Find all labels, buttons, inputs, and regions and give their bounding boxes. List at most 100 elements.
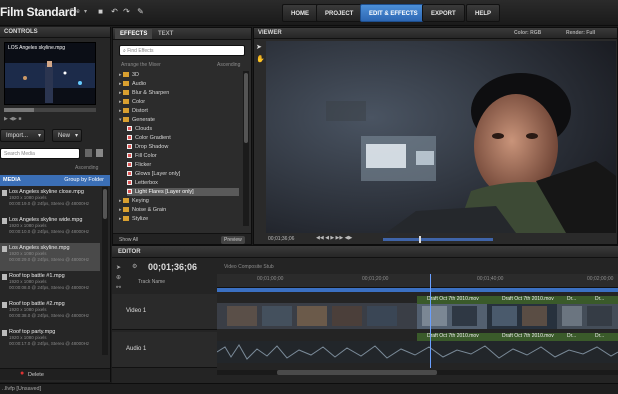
pointer-tool-icon[interactable]: ➤ — [256, 43, 262, 51]
file-menu-arrow-icon[interactable]: ▾ — [84, 8, 87, 15]
effects-footer: Show All Preview — [113, 233, 251, 244]
tab-text[interactable]: TEXT — [153, 29, 178, 39]
folder-icon — [123, 81, 129, 87]
nav-home-button[interactable]: HOME — [282, 4, 318, 22]
list-view-icon[interactable] — [85, 149, 92, 157]
effect-item[interactable]: Letterbox — [127, 179, 158, 187]
viewer-timecode: 00;01;36;06 — [268, 236, 295, 242]
clip-label[interactable]: Dr... — [595, 333, 604, 339]
snap-tool-icon[interactable]: ⊕ — [116, 274, 121, 281]
app-title: Film Standard — [0, 5, 77, 19]
media-item-info: 00:00:17.0 @ 24fps, Stereo @ 48000Hz — [9, 341, 90, 346]
delete-button[interactable]: Delete — [28, 372, 44, 378]
effects-folder-open[interactable]: ▾ Generate — [119, 116, 155, 124]
render-dropdown[interactable]: Render: Full — [566, 28, 595, 39]
video-clip-strip[interactable] — [217, 303, 618, 329]
video-file-icon — [2, 190, 7, 196]
work-area-bar[interactable] — [217, 288, 618, 292]
settings-icon[interactable]: ⚙ — [132, 263, 137, 270]
effects-folder[interactable]: ▸ 3D — [119, 71, 139, 79]
effects-sort-label[interactable]: Ascending — [217, 62, 240, 68]
media-scroll-thumb[interactable] — [103, 189, 107, 219]
hand-tool-icon[interactable]: ✋ — [256, 55, 265, 63]
nav-edit-effects-button[interactable]: EDIT & EFFECTS — [360, 4, 427, 22]
effects-scrollbar[interactable] — [243, 71, 249, 226]
effects-folder[interactable]: ▸ Stylize — [119, 215, 148, 223]
effect-item[interactable]: Flicker — [127, 161, 151, 169]
clip-label[interactable]: Draft Oct 7th 2010.mov — [502, 296, 554, 302]
viewer-transport: 00;01;36;06 ◀◀ ◀ ▶ ▶▶ ◀▶ — [268, 234, 616, 244]
pointer-tool-icon[interactable]: ➤ — [116, 264, 121, 271]
save-icon[interactable]: ■ — [96, 7, 105, 16]
nav-project-button[interactable]: PROJECT — [316, 4, 363, 22]
media-item[interactable]: Roof top party.mpg 1920 x 1080 pixels 00… — [0, 327, 100, 355]
clip-label[interactable]: Dr... — [567, 296, 576, 302]
tools-icon[interactable]: ✎ — [136, 7, 145, 16]
media-item[interactable]: Los Angeles skyline close.mpg 1920 x 108… — [0, 187, 100, 215]
media-item[interactable]: Roof top battle #2.mpg 1920 x 1080 pixel… — [0, 299, 100, 327]
tab-effects[interactable]: EFFECTS — [115, 29, 153, 39]
clip-label[interactable]: Dr... — [595, 296, 604, 302]
nav-export-button[interactable]: EXPORT — [422, 4, 465, 22]
viewer-scrub-bar[interactable] — [383, 236, 493, 243]
effects-folder[interactable]: ▸ Distort — [119, 107, 148, 115]
timeline-scroll-thumb[interactable] — [277, 370, 437, 375]
audio-waveform[interactable] — [216, 341, 618, 363]
media-search-input[interactable]: Search Media — [0, 148, 80, 159]
composite-bar: Video Composite Stub — [224, 264, 618, 273]
media-sort[interactable]: Ascending — [75, 165, 98, 171]
preview-scrubber[interactable] — [4, 108, 96, 112]
link-tool-icon[interactable]: ⚯ — [116, 284, 121, 291]
preview-scrubber-fill — [4, 108, 34, 112]
effects-column-label: Arrange the Mixer — [121, 62, 161, 68]
media-preview: LOS Angeles skyline.mpg — [4, 42, 96, 105]
color-mode-dropdown[interactable]: Color: RGB — [514, 28, 541, 39]
media-item-info: 00:00:08.0 @ 24fps, Stereo @ 48000Hz — [9, 285, 90, 290]
effects-folder[interactable]: ▸ Noise & Grain — [119, 206, 166, 214]
media-scrollbar[interactable] — [102, 187, 108, 355]
timeline-ruler[interactable]: 00;01;00;00 00;01;20;00 00;01;40;00 00;0… — [217, 274, 618, 288]
effects-folder[interactable]: ▸ Color — [119, 98, 145, 106]
clip-label[interactable]: Draft Oct 7th 2010.mov — [427, 333, 479, 339]
import-button[interactable]: Import... ▾ — [0, 129, 45, 142]
clip-label[interactable]: Dr... — [567, 333, 576, 339]
media-item-selected[interactable]: Los Angeles skyline.mpg 1920 x 1080 pixe… — [0, 243, 100, 271]
media-item[interactable]: Roof top battle #1.mpg 1920 x 1080 pixel… — [0, 271, 100, 299]
undo-icon[interactable]: ↶ — [110, 7, 119, 16]
preview-button[interactable]: Preview — [221, 236, 245, 244]
viewer-playback-icons[interactable]: ◀◀ ◀ ▶ ▶▶ ◀▶ — [316, 235, 352, 241]
video-file-icon — [2, 302, 7, 308]
effects-search-input[interactable]: ⌕ Find Effects — [119, 45, 245, 56]
effect-item[interactable]: Fill Color — [127, 152, 157, 160]
folder-icon — [123, 216, 129, 222]
effects-folder[interactable]: ▸ Audio — [119, 80, 146, 88]
effects-folder[interactable]: ▸ Blur & Sharpen — [119, 89, 169, 97]
timeline-scrollbar[interactable] — [217, 370, 618, 375]
audio-track-label: Audio 1 — [126, 346, 147, 352]
viewer-playhead[interactable] — [419, 236, 421, 243]
effect-item-selected[interactable]: Light Flares [Layer only] — [127, 188, 239, 196]
group-by-dropdown[interactable]: Group by Folder — [64, 175, 104, 186]
effects-folder[interactable]: ▸ Keying — [119, 197, 149, 205]
new-button[interactable]: New ▾ — [52, 129, 82, 142]
effect-item[interactable]: Clouds — [127, 125, 152, 133]
preview-play-icon[interactable]: ▶ ◀▶ ■ — [4, 116, 21, 122]
controls-header: CONTROLS — [0, 27, 110, 38]
timeline-playhead[interactable] — [430, 274, 431, 368]
file-menu[interactable]: File — [70, 9, 80, 15]
video-track-label: Video 1 — [126, 308, 147, 314]
delete-icon[interactable]: ● — [20, 370, 24, 377]
effect-item[interactable]: Glows [Layer only] — [127, 170, 180, 178]
show-all-dropdown[interactable]: Show All — [119, 237, 138, 243]
effect-item[interactable]: Drop Shadow — [127, 143, 168, 151]
clip-label[interactable]: Draft Oct 7th 2010.mov — [502, 333, 554, 339]
effect-item[interactable]: Color Gradient — [127, 134, 171, 142]
editor-tabbar: EDITOR — [112, 246, 618, 258]
nav-help-button[interactable]: HELP — [466, 4, 501, 22]
media-item[interactable]: Los Angeles skyline wide.mpg 1920 x 1080… — [0, 215, 100, 243]
clip-label[interactable]: Draft Oct 7th 2010.mov — [427, 296, 479, 302]
redo-icon[interactable]: ↷ — [122, 7, 131, 16]
effect-icon — [127, 180, 132, 186]
grid-view-icon[interactable] — [96, 149, 103, 157]
effects-scroll-thumb[interactable] — [244, 73, 248, 143]
